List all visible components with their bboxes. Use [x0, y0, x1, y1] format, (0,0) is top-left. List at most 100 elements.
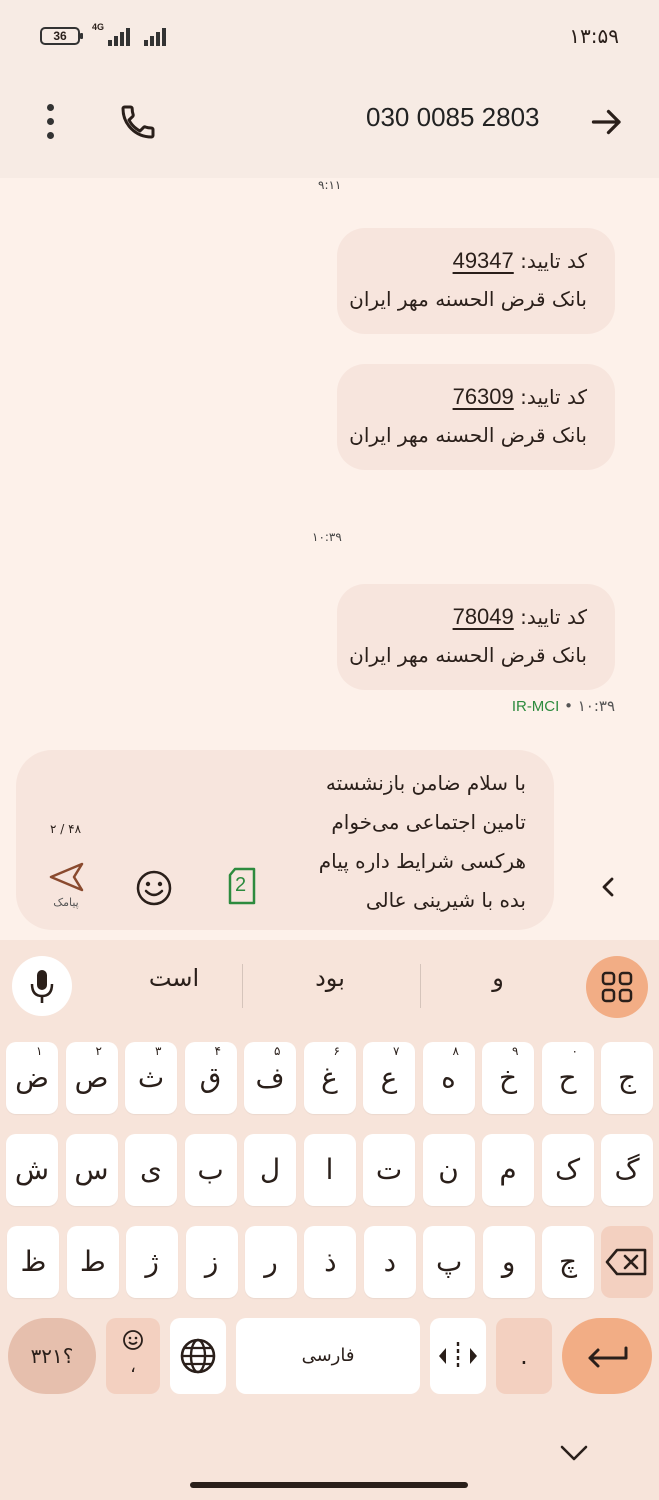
message-time: ۱۰:۳۹ [577, 697, 615, 715]
home-indicator[interactable] [190, 1482, 468, 1488]
key[interactable]: گ [601, 1134, 653, 1206]
code-label: کد تایید: [520, 605, 587, 629]
key[interactable]: ح۰ [541, 1042, 594, 1114]
enter-key[interactable] [562, 1318, 652, 1394]
key[interactable]: پ [423, 1226, 476, 1298]
key[interactable]: ل [244, 1134, 296, 1206]
keyboard-menu-button[interactable] [586, 956, 648, 1018]
key-label: د [383, 1245, 397, 1278]
key[interactable]: ب [184, 1134, 237, 1206]
key-label: ح [558, 1061, 577, 1094]
char-counter: ۲ / ۴۸ [50, 822, 82, 836]
suggestion[interactable]: است [94, 964, 254, 992]
key-label: خ [498, 1061, 518, 1094]
key-label: ع [380, 1061, 398, 1094]
key-hint: ۱ [36, 1044, 43, 1058]
key-label: پ [436, 1245, 463, 1278]
timestamp-separator: ۹:۱۱ [318, 178, 342, 192]
key-label: س [74, 1153, 109, 1186]
key[interactable]: و [482, 1226, 535, 1298]
key[interactable]: م [482, 1134, 534, 1206]
compose-input[interactable]: با سلام ضامن بازنشسته تامین اجتماعی می‌خ… [319, 764, 526, 920]
key-label: ه [441, 1061, 456, 1094]
clock: ۱۳:۵۹ [569, 24, 619, 48]
emoji-icon[interactable] [134, 868, 174, 908]
backspace-key[interactable] [601, 1226, 653, 1298]
back-arrow-icon[interactable] [588, 104, 626, 140]
key[interactable]: س [65, 1134, 118, 1206]
key[interactable]: ا [303, 1134, 356, 1206]
verification-code[interactable]: 49347 [453, 248, 514, 273]
collapse-keyboard-icon[interactable] [558, 1440, 590, 1466]
sim-number: 2 [235, 874, 247, 896]
space-key[interactable]: فارسی [236, 1318, 420, 1394]
status-bar: 36 4G ۱۳:۵۹ [0, 0, 659, 70]
key[interactable]: ج [601, 1042, 653, 1114]
key[interactable]: ظ [7, 1226, 60, 1298]
key[interactable]: ض۱ [6, 1042, 58, 1114]
key[interactable]: ث۳ [125, 1042, 177, 1114]
suggestion-divider [242, 964, 243, 1008]
cursor-arrows-icon [439, 1342, 477, 1370]
key[interactable]: خ۹ [482, 1042, 534, 1114]
microphone-button[interactable] [12, 956, 72, 1016]
key[interactable]: ه۸ [422, 1042, 475, 1114]
emoji-small-icon [123, 1330, 143, 1350]
conversation-header: 030 0085 2803 [0, 70, 659, 178]
key-label: ذ [324, 1245, 337, 1278]
key[interactable]: ژ [126, 1226, 179, 1298]
key-label: ض [15, 1061, 49, 1094]
key[interactable]: ت [363, 1134, 415, 1206]
numbers-key[interactable]: ؟۳۲۱ [8, 1318, 96, 1394]
suggestion[interactable]: بود [250, 964, 410, 992]
key[interactable]: ع۷ [363, 1042, 415, 1114]
timestamp-separator: ۱۰:۳۹ [312, 530, 342, 544]
key[interactable]: ص۲ [65, 1042, 118, 1114]
key-label: ش [14, 1153, 50, 1186]
key[interactable]: ر [245, 1226, 297, 1298]
message-text: بانک قرض الحسنه مهر ایران [349, 643, 587, 667]
suggestion[interactable]: و [418, 964, 578, 992]
send-button[interactable]: پیامک [44, 860, 88, 916]
key[interactable]: ق۴ [184, 1042, 237, 1114]
more-options-icon[interactable] [36, 102, 66, 142]
key[interactable]: ن [422, 1134, 475, 1206]
compose-box[interactable]: با سلام ضامن بازنشسته تامین اجتماعی می‌خ… [16, 750, 554, 930]
period-key[interactable]: . [496, 1318, 552, 1394]
key-label: ث [137, 1061, 165, 1094]
microphone-icon [30, 970, 54, 1003]
key[interactable]: ف۵ [244, 1042, 296, 1114]
message-bubble[interactable]: کد تایید: 49347 بانک قرض الحسنه مهر ایرا… [337, 228, 615, 334]
key-label: ن [438, 1153, 459, 1186]
message-text: بانک قرض الحسنه مهر ایران [349, 287, 587, 311]
key[interactable]: ز [185, 1226, 238, 1298]
verification-code[interactable]: 78049 [453, 604, 514, 629]
key[interactable]: ی [125, 1134, 177, 1206]
network-type: 4G [92, 22, 105, 32]
message-bubble[interactable]: کد تایید: 76309 بانک قرض الحسنه مهر ایرا… [337, 364, 615, 470]
language-switch-key[interactable] [170, 1318, 226, 1394]
enter-arrow-icon [588, 1346, 628, 1368]
key[interactable]: د [363, 1226, 416, 1298]
key-label: ا [325, 1153, 334, 1186]
sim-select-button[interactable]: 2 [226, 866, 258, 906]
key-hint: ۳ [155, 1044, 162, 1058]
key[interactable]: ط [66, 1226, 119, 1298]
key[interactable]: چ [542, 1226, 594, 1298]
verification-code[interactable]: 76309 [453, 384, 514, 409]
key[interactable]: ش [6, 1134, 58, 1206]
comma-label: ، [130, 1356, 136, 1377]
key-hint: ۶ [333, 1044, 340, 1058]
key-label: ک [554, 1153, 581, 1186]
backspace-icon [605, 1248, 647, 1276]
message-bubble[interactable]: کد تایید: 78049 بانک قرض الحسنه مهر ایرا… [337, 584, 615, 690]
key[interactable]: غ۶ [303, 1042, 356, 1114]
key-label: ط [79, 1245, 106, 1278]
key[interactable]: ذ [304, 1226, 357, 1298]
phone-call-icon[interactable] [118, 102, 158, 142]
emoji-key[interactable]: ، [106, 1318, 160, 1394]
key[interactable]: ک [541, 1134, 594, 1206]
key-hint: ۲ [95, 1044, 102, 1058]
chevron-left-icon[interactable] [596, 872, 620, 902]
cursor-move-key[interactable] [430, 1318, 486, 1394]
